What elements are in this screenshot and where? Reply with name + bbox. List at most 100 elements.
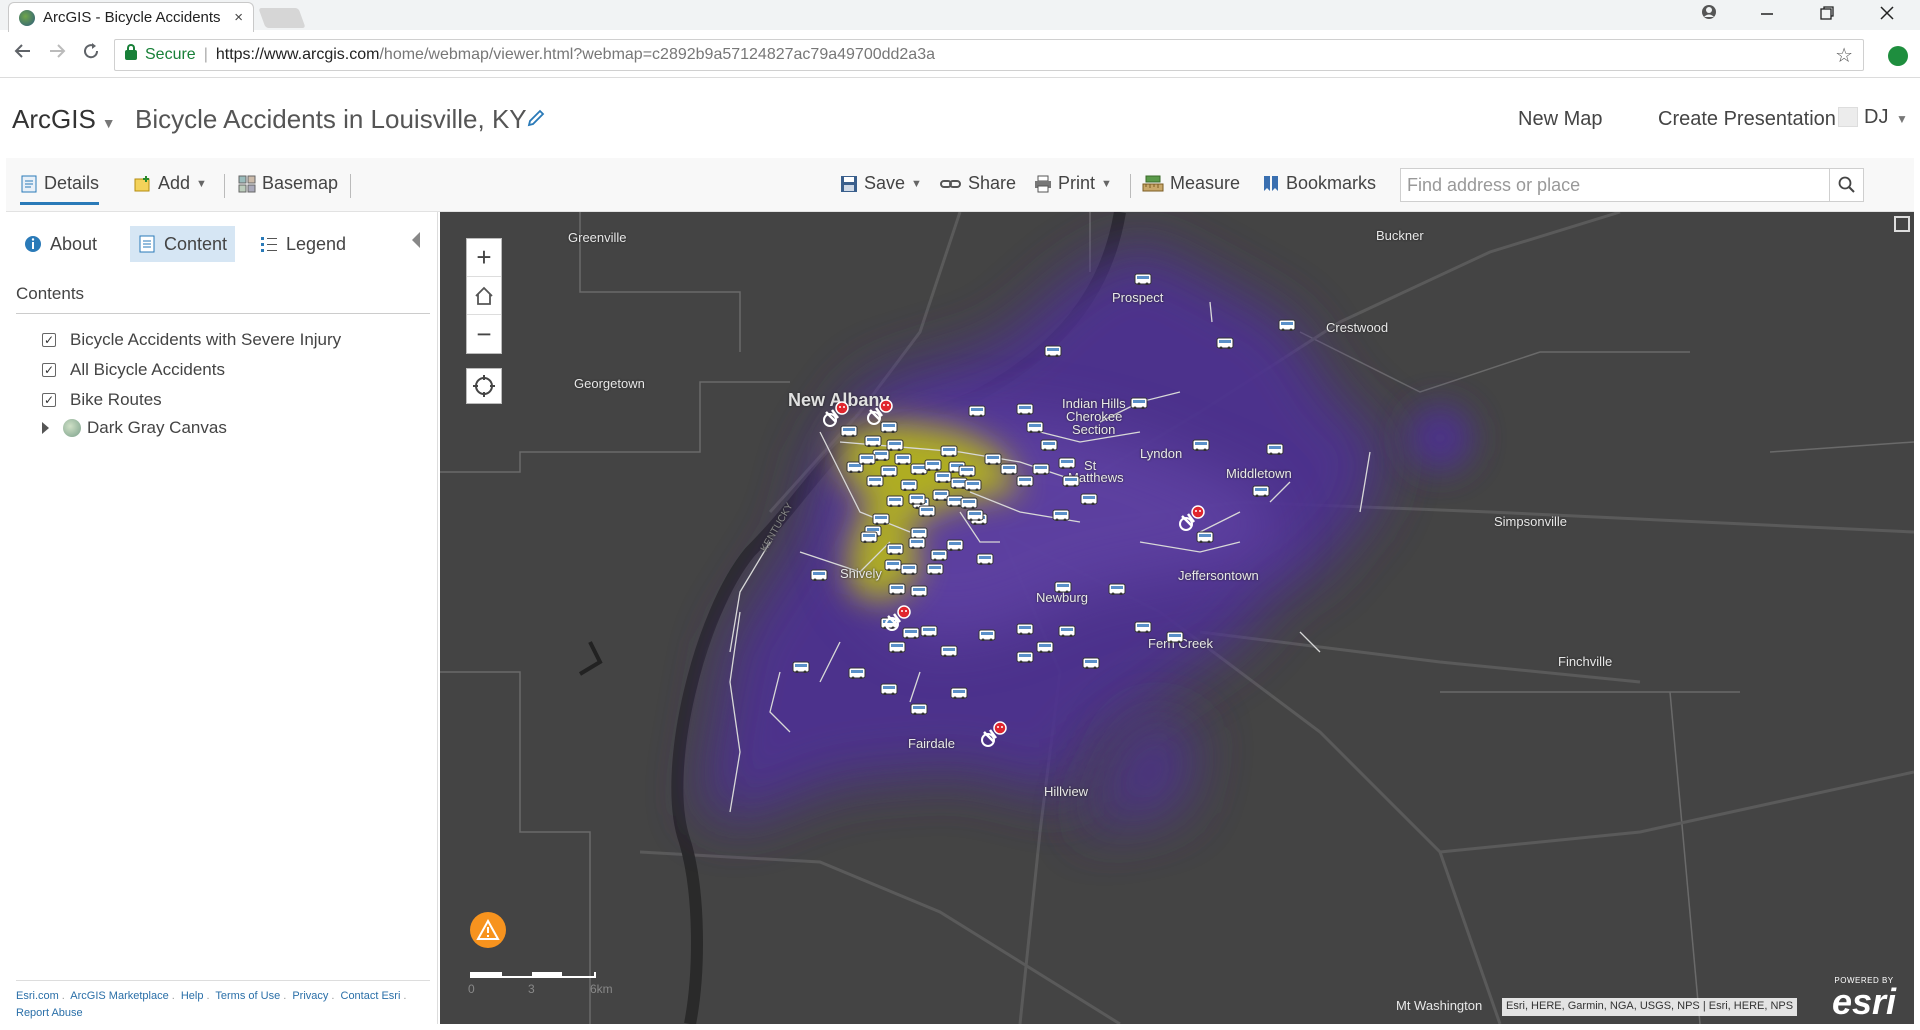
layer-checkbox[interactable]: ✓	[42, 363, 56, 377]
car-icon[interactable]	[910, 584, 928, 598]
bookmark-star-icon[interactable]: ☆	[1835, 43, 1853, 68]
cyclist-skull-icon[interactable]	[884, 604, 914, 632]
car-icon[interactable]	[1130, 396, 1148, 410]
home-button[interactable]	[467, 277, 501, 315]
footer-link[interactable]: Esri.com	[16, 990, 59, 1002]
car-icon[interactable]	[964, 478, 982, 492]
measure-button[interactable]: Measure	[1142, 173, 1240, 194]
car-icon[interactable]	[1054, 580, 1072, 594]
car-icon[interactable]	[920, 624, 938, 638]
car-icon[interactable]	[946, 538, 964, 552]
basemap-button[interactable]: Basemap	[238, 173, 338, 194]
zoom-in-button[interactable]: +	[467, 239, 501, 277]
car-icon[interactable]	[926, 562, 944, 576]
car-icon[interactable]	[950, 686, 968, 700]
car-icon[interactable]	[1040, 438, 1058, 452]
footer-link[interactable]: Terms of Use	[215, 990, 280, 1002]
car-icon[interactable]	[1278, 318, 1296, 332]
layer-checkbox[interactable]: ✓	[42, 333, 56, 347]
car-icon[interactable]	[940, 444, 958, 458]
esri-logo[interactable]: POWERED BY esri	[1832, 976, 1896, 1020]
car-icon[interactable]	[1032, 462, 1050, 476]
car-icon[interactable]	[1058, 624, 1076, 638]
tab-legend[interactable]: Legend	[252, 226, 354, 262]
cyclist-skull-icon[interactable]	[822, 400, 852, 428]
locate-button[interactable]	[466, 368, 502, 404]
minimize-icon[interactable]	[1752, 4, 1782, 25]
car-icon[interactable]	[1080, 492, 1098, 506]
car-icon[interactable]	[886, 542, 904, 556]
car-icon[interactable]	[960, 496, 978, 510]
search-input[interactable]	[1401, 170, 1821, 200]
car-icon[interactable]	[1000, 462, 1018, 476]
car-icon[interactable]	[900, 562, 918, 576]
car-icon[interactable]	[910, 702, 928, 716]
car-icon[interactable]	[1082, 656, 1100, 670]
car-icon[interactable]	[880, 464, 898, 478]
car-icon[interactable]	[1026, 420, 1044, 434]
new-map-link[interactable]: New Map	[1518, 108, 1602, 131]
tab-about[interactable]: About	[16, 226, 105, 262]
reload-icon[interactable]	[78, 42, 104, 66]
car-icon[interactable]	[864, 434, 882, 448]
attribution[interactable]: Esri, HERE, Garmin, NGA, USGS, NPS | Esr…	[1502, 998, 1798, 1016]
tab-close-icon[interactable]: ×	[234, 9, 243, 26]
car-icon[interactable]	[918, 504, 936, 518]
car-icon[interactable]	[810, 568, 828, 582]
car-icon[interactable]	[1062, 474, 1080, 488]
car-icon[interactable]	[958, 464, 976, 478]
car-icon[interactable]	[886, 494, 904, 508]
profile-icon[interactable]	[1694, 4, 1724, 25]
forward-icon[interactable]	[44, 42, 70, 66]
car-icon[interactable]	[1016, 622, 1034, 636]
details-button[interactable]: Details	[20, 173, 100, 205]
url-field[interactable]: Secure | https://www.arcgis.com /home/we…	[114, 39, 1864, 71]
new-tab-button[interactable]	[258, 8, 306, 28]
map-view[interactable]: Greenville Buckner Prospect Crestwood Ge…	[440, 212, 1914, 1024]
fullscreen-icon[interactable]	[1894, 216, 1910, 232]
user-menu[interactable]: DJ ▼	[1864, 106, 1908, 129]
footer-link[interactable]: ArcGIS Marketplace	[70, 990, 168, 1002]
car-icon[interactable]	[888, 640, 906, 654]
bookmarks-button[interactable]: Bookmarks	[1262, 173, 1376, 194]
extension-icon[interactable]	[1888, 46, 1908, 66]
car-icon[interactable]	[966, 508, 984, 522]
layer-item[interactable]: ✓ Bike Routes	[42, 390, 162, 410]
add-button[interactable]: Add ▼	[134, 173, 207, 194]
layer-item[interactable]: ✓ All Bicycle Accidents	[42, 360, 225, 380]
car-icon[interactable]	[900, 478, 918, 492]
car-icon[interactable]	[940, 644, 958, 658]
cyclist-skull-icon[interactable]	[980, 720, 1010, 748]
browser-tab[interactable]: ArcGIS - Bicycle Accidents ×	[8, 2, 254, 32]
save-button[interactable]: Save ▼	[840, 173, 922, 194]
avatar[interactable]	[1838, 107, 1858, 127]
car-icon[interactable]	[860, 530, 878, 544]
footer-link[interactable]: Report Abuse	[16, 1007, 83, 1019]
zoom-out-button[interactable]: −	[467, 315, 501, 353]
car-icon[interactable]	[1266, 442, 1284, 456]
car-icon[interactable]	[1134, 272, 1152, 286]
car-icon[interactable]	[976, 552, 994, 566]
car-icon[interactable]	[792, 660, 810, 674]
cyclist-skull-icon[interactable]	[1178, 504, 1208, 532]
car-icon[interactable]	[888, 582, 906, 596]
share-button[interactable]: Share	[940, 173, 1016, 194]
expand-arrow-icon[interactable]	[42, 422, 49, 434]
car-icon[interactable]	[848, 666, 866, 680]
back-icon[interactable]	[10, 42, 36, 66]
print-button[interactable]: Print ▼	[1034, 173, 1112, 194]
car-icon[interactable]	[1216, 336, 1234, 350]
warning-button[interactable]	[470, 912, 506, 948]
footer-link[interactable]: Help	[181, 990, 204, 1002]
cyclist-skull-icon[interactable]	[866, 398, 896, 426]
car-icon[interactable]	[1252, 484, 1270, 498]
footer-link[interactable]: Privacy	[292, 990, 328, 1002]
car-icon[interactable]	[968, 404, 986, 418]
layer-checkbox[interactable]: ✓	[42, 393, 56, 407]
car-icon[interactable]	[1134, 620, 1152, 634]
car-icon[interactable]	[978, 628, 996, 642]
arcgis-menu[interactable]: ArcGIS ▼	[12, 104, 116, 135]
create-presentation-link[interactable]: Create Presentation	[1658, 108, 1836, 131]
basemap-layer-item[interactable]: Dark Gray Canvas	[38, 418, 227, 438]
car-icon[interactable]	[1192, 438, 1210, 452]
